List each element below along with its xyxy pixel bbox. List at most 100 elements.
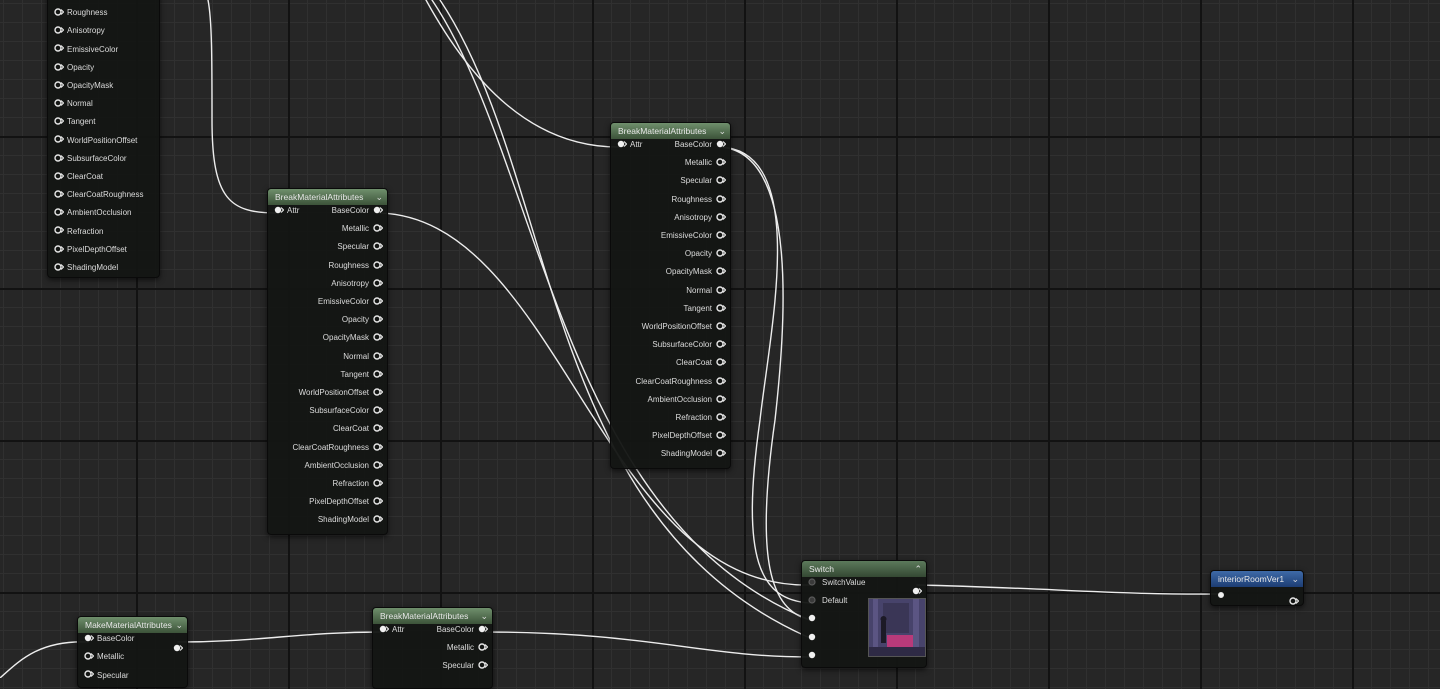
output-pin-row[interactable]: EmissiveColor (661, 231, 727, 249)
output-pin-row[interactable]: OpacityMask (323, 333, 384, 351)
output-pin-row[interactable]: PixelDepthOffset (652, 431, 727, 449)
input-pin-row[interactable]: Roughness (54, 8, 107, 26)
output-pin[interactable] (373, 224, 384, 234)
output-pin-row[interactable]: BaseColor (437, 625, 489, 643)
output-pin[interactable] (716, 176, 727, 186)
chevron-down-icon[interactable]: ⌄ (175, 617, 183, 633)
output-pin-row[interactable]: Metallic (685, 158, 727, 176)
make-material-attributes-node-top[interactable]: Roughness Anisotropy EmissiveColor Opacity O… (47, 0, 160, 278)
input-pin-row[interactable]: Anisotropy (54, 26, 105, 44)
output-pin-row[interactable]: EmissiveColor (318, 297, 384, 315)
output-pin[interactable] (373, 333, 384, 343)
output-pin-row[interactable]: SubsurfaceColor (309, 406, 384, 424)
output-pin-row[interactable]: AmbientOcclusion (305, 461, 384, 479)
output-pin-row[interactable]: Tangent (684, 304, 727, 322)
input-pin[interactable] (54, 244, 65, 255)
output-pin[interactable] (716, 158, 727, 168)
input-pin[interactable] (1218, 592, 1224, 598)
output-pin-row[interactable]: ClearCoatRoughness (293, 443, 384, 461)
input-pin-row[interactable]: Specular (84, 670, 129, 688)
chevron-down-icon[interactable]: ⌄ (375, 189, 383, 205)
output-pin[interactable] (1289, 592, 1300, 610)
input-pin-row[interactable]: Refraction (54, 226, 103, 244)
input-pin-row[interactable]: PixelDepthOffset (54, 245, 127, 263)
output-pin-row[interactable]: Refraction (676, 413, 727, 431)
output-pin-row[interactable]: Opacity (685, 249, 727, 267)
output-pin-row[interactable]: Specular (337, 242, 384, 260)
output-pin[interactable] (373, 242, 384, 252)
input-pin-row[interactable]: SwitchValue (808, 578, 865, 596)
input-pin[interactable] (54, 26, 65, 36)
chevron-down-icon[interactable]: ⌄ (1291, 571, 1299, 587)
output-pin-row[interactable]: Refraction (333, 479, 384, 497)
output-pin[interactable] (912, 582, 923, 600)
output-pin-row[interactable]: Roughness (672, 195, 727, 213)
input-pin[interactable] (54, 263, 65, 273)
output-pin-row[interactable]: Specular (442, 661, 489, 679)
output-pin-row[interactable]: BaseColor (332, 206, 384, 224)
output-pin[interactable] (373, 260, 384, 271)
input-pin-row[interactable]: Attr (379, 625, 404, 643)
output-pin[interactable] (716, 395, 727, 405)
output-pin[interactable] (373, 424, 384, 434)
output-pin[interactable] (716, 322, 727, 332)
output-pin-row[interactable]: Metallic (342, 224, 384, 242)
input-pin-row[interactable]: OpacityMask (54, 81, 113, 99)
input-pin[interactable] (54, 81, 65, 91)
output-pin[interactable] (478, 661, 489, 671)
output-pin-row[interactable]: Opacity (342, 315, 384, 333)
output-pin[interactable] (478, 643, 489, 653)
chevron-down-icon[interactable]: ⌄ (718, 123, 726, 139)
input-pin-row[interactable] (808, 614, 822, 632)
input-pin-row[interactable]: Metallic (84, 652, 124, 670)
input-pin[interactable] (84, 670, 95, 680)
output-pin-row[interactable]: ClearCoat (333, 424, 384, 442)
switch-node[interactable]: Switch ⌃ SwitchValue Default (801, 560, 927, 668)
input-pin[interactable] (54, 117, 65, 127)
output-pin-row[interactable]: BaseColor (675, 140, 727, 158)
output-pin-row[interactable]: OpacityMask (666, 267, 727, 285)
output-pin[interactable] (373, 388, 384, 398)
input-pin-row[interactable]: Default (808, 596, 847, 614)
input-pin[interactable] (54, 8, 65, 18)
output-pin[interactable] (716, 213, 727, 223)
output-pin-row[interactable]: Normal (343, 351, 384, 370)
output-pin[interactable] (373, 351, 384, 362)
break-material-attributes-node-1[interactable]: BreakMaterialAttributes ⌄ Attr BaseColor M… (267, 188, 388, 535)
output-pin[interactable] (716, 267, 727, 277)
output-pin[interactable] (373, 479, 384, 489)
output-pin[interactable] (373, 497, 384, 507)
input-pin[interactable] (808, 651, 816, 661)
chevron-down-icon[interactable]: ⌄ (480, 608, 488, 624)
input-pin-row[interactable]: WorldPositionOffset (54, 135, 137, 153)
output-pin[interactable] (373, 297, 384, 307)
material-output-node[interactable]: interiorRoomVer1 ⌄ (1210, 570, 1304, 606)
output-pin[interactable] (716, 376, 727, 387)
output-pin-row[interactable]: Metallic (447, 643, 489, 661)
input-pin-row[interactable]: EmissiveColor (54, 44, 118, 62)
output-pin-row[interactable]: Anisotropy (331, 279, 384, 297)
input-pin-row[interactable]: Attr (617, 140, 642, 158)
input-pin-row[interactable]: BaseColor (84, 634, 134, 652)
input-pin[interactable] (54, 172, 65, 182)
input-pin[interactable] (808, 578, 816, 588)
output-pin[interactable] (373, 206, 384, 216)
output-pin[interactable] (373, 315, 384, 325)
output-pin-row[interactable]: ShadingModel (661, 449, 727, 467)
output-pin[interactable] (373, 461, 384, 471)
output-pin[interactable] (373, 406, 384, 416)
input-pin-row[interactable] (808, 633, 822, 651)
input-pin[interactable] (54, 62, 65, 73)
output-pin[interactable] (373, 515, 384, 525)
input-pin-row[interactable]: ClearCoatRoughness (54, 190, 144, 208)
make-material-attributes-node-bottom[interactable]: MakeMaterialAttributes ⌄ BaseColor Metall… (77, 616, 188, 688)
input-pin-row[interactable]: ShadingModel (54, 263, 118, 281)
output-pin[interactable] (716, 140, 727, 150)
output-pin[interactable] (716, 358, 727, 368)
output-pin-row[interactable]: WorldPositionOffset (299, 388, 384, 406)
output-pin-row[interactable]: Normal (686, 286, 727, 304)
input-pin[interactable] (84, 652, 95, 662)
input-pin-row[interactable]: SubsurfaceColor (54, 154, 127, 172)
input-pin[interactable] (54, 99, 65, 109)
output-pin-row[interactable]: Anisotropy (674, 213, 727, 231)
